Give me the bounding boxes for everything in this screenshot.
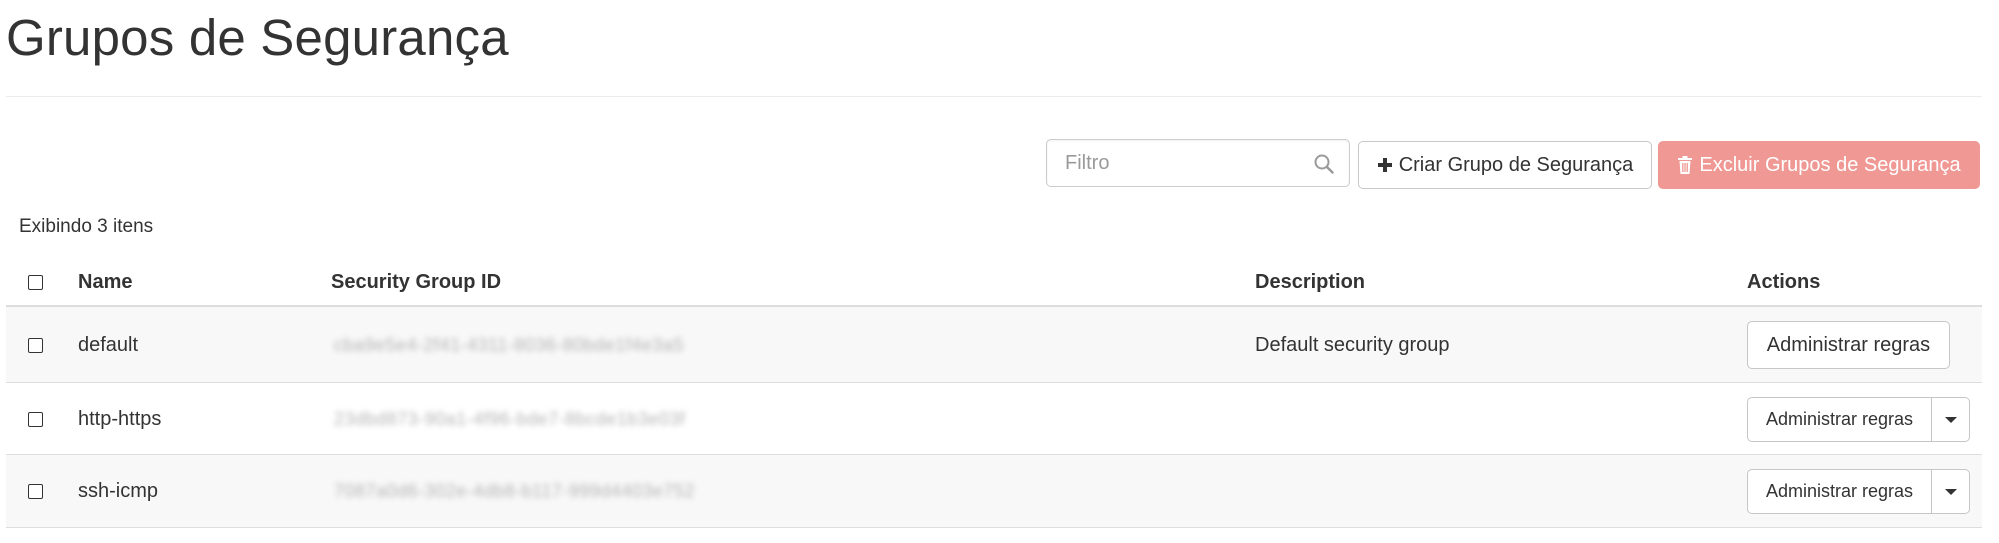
row-actions-dropdown[interactable] <box>1932 397 1970 442</box>
table-row: http-https 23dbd873-90a1-4f96-bde7-8bcde… <box>6 383 1982 455</box>
row-name: default <box>78 334 139 356</box>
delete-security-groups-button[interactable]: Excluir Grupos de Segurança <box>1658 141 1980 189</box>
row-description: Default security group <box>1255 334 1450 356</box>
table-row: ssh-icmp 7087a0d6-302e-4db8-b117-999d440… <box>6 455 1982 528</box>
manage-rules-button[interactable]: Administrar regras <box>1747 321 1950 369</box>
row-security-group-id: 7087a0d6-302e-4db8-b117-999d4403e752 <box>334 480 695 501</box>
row-checkbox[interactable] <box>28 338 43 353</box>
row-security-group-id: cba9e5e4-2f41-4311-8036-80bde1f4e3a5 <box>334 334 684 355</box>
row-name: http-https <box>78 408 162 430</box>
create-button-label: Criar Grupo de Segurança <box>1398 153 1634 176</box>
row-name: ssh-icmp <box>78 480 159 502</box>
row-checkbox[interactable] <box>28 412 43 427</box>
column-header-name[interactable]: Name <box>78 271 132 294</box>
item-count: Exibindo 3 itens <box>19 216 154 237</box>
delete-button-label: Excluir Grupos de Segurança <box>1699 153 1961 176</box>
search-icon[interactable] <box>1313 153 1335 175</box>
column-header-description[interactable]: Description <box>1255 271 1365 294</box>
plus-icon <box>1377 157 1393 173</box>
row-security-group-id: 23dbd873-90a1-4f96-bde7-8bcde1b3e03f <box>334 408 686 429</box>
row-actions-dropdown[interactable] <box>1932 469 1970 514</box>
caret-down-icon <box>1944 488 1957 495</box>
manage-rules-label: Administrar regras <box>1765 409 1914 429</box>
row-checkbox[interactable] <box>28 484 43 499</box>
manage-rules-label: Administrar regras <box>1765 481 1914 501</box>
title-divider <box>6 96 1982 97</box>
manage-rules-button[interactable]: Administrar regras <box>1747 469 1932 514</box>
table-header: Name Security Group ID Description Actio… <box>6 259 1982 307</box>
page-title: Grupos de Segurança <box>6 9 509 66</box>
create-security-group-button[interactable]: Criar Grupo de Segurança <box>1358 141 1652 189</box>
column-header-id[interactable]: Security Group ID <box>331 271 501 294</box>
filter-input[interactable] <box>1065 140 1305 186</box>
manage-rules-button[interactable]: Administrar regras <box>1747 397 1932 442</box>
filter-field[interactable] <box>1046 139 1350 187</box>
trash-icon <box>1677 156 1693 174</box>
table-row: default cba9e5e4-2f41-4311-8036-80bde1f4… <box>6 307 1982 383</box>
manage-rules-label: Administrar regras <box>1766 333 1931 356</box>
caret-down-icon <box>1944 416 1957 423</box>
select-all-checkbox[interactable] <box>28 275 43 290</box>
column-header-actions: Actions <box>1747 271 1821 293</box>
